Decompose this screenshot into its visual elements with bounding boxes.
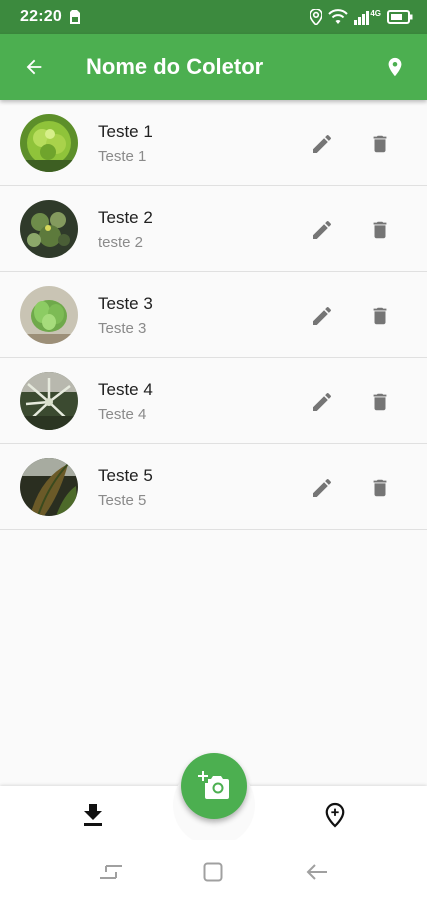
wifi-icon <box>328 9 349 25</box>
system-nav-bar <box>0 840 427 900</box>
sim-card-icon <box>69 10 80 24</box>
app-screen: 22:20 4G Nome do Coletor Teste 1 Teste 1… <box>0 0 427 900</box>
collector-list: Teste 1 Teste 1 Teste 2 teste 2 Teste 3 … <box>0 100 427 530</box>
plant-photo-avatar <box>20 200 78 258</box>
item-title: Teste 2 <box>98 208 153 227</box>
trash-icon <box>373 479 387 497</box>
system-back-button[interactable] <box>305 862 329 882</box>
item-subtitle: Teste 4 <box>98 406 147 423</box>
signal-icon: 4G <box>354 9 381 25</box>
recents-icon <box>100 865 122 879</box>
item-subtitle: Teste 5 <box>98 492 147 509</box>
status-time: 22:20 <box>20 8 62 25</box>
list-item[interactable]: Teste 5 Teste 5 <box>0 444 427 530</box>
list-item[interactable]: Teste 1 Teste 1 <box>0 100 427 186</box>
pencil-icon <box>313 134 332 153</box>
item-title: Teste 3 <box>98 294 153 313</box>
item-title: Teste 4 <box>98 380 153 399</box>
location-button[interactable] <box>375 47 415 87</box>
app-bar: Nome do Coletor <box>0 34 427 100</box>
home-square-icon <box>203 862 223 882</box>
download-icon <box>84 804 102 826</box>
edit-button[interactable] <box>306 214 338 246</box>
page-title: Nome do Coletor <box>86 54 264 79</box>
list-item[interactable]: Teste 4 Teste 4 <box>0 358 427 444</box>
edit-button[interactable] <box>306 472 338 504</box>
pencil-icon <box>313 392 332 411</box>
item-subtitle: Teste 1 <box>98 148 147 165</box>
home-button[interactable] <box>203 862 223 882</box>
location-pin-icon <box>388 57 402 77</box>
add-location-button[interactable] <box>320 800 350 830</box>
item-title: Teste 1 <box>98 122 153 141</box>
delete-button[interactable] <box>364 386 396 418</box>
pencil-icon <box>313 478 332 497</box>
plant-photo-avatar <box>20 372 78 430</box>
item-title: Teste 5 <box>98 466 153 485</box>
delete-button[interactable] <box>364 300 396 332</box>
download-button[interactable] <box>78 800 108 830</box>
item-subtitle: Teste 3 <box>98 320 147 337</box>
recents-button[interactable] <box>98 862 124 882</box>
trash-icon <box>373 307 387 325</box>
pencil-icon <box>313 220 332 239</box>
list-item[interactable]: Teste 2 teste 2 <box>0 186 427 272</box>
location-status-icon <box>310 9 323 25</box>
add-location-icon <box>325 802 345 828</box>
delete-button[interactable] <box>364 214 396 246</box>
trash-icon <box>373 135 387 153</box>
back-button[interactable] <box>14 47 54 87</box>
edit-button[interactable] <box>306 300 338 332</box>
delete-button[interactable] <box>364 128 396 160</box>
list-item[interactable]: Teste 3 Teste 3 <box>0 272 427 358</box>
pencil-icon <box>313 306 332 325</box>
add-photo-fab[interactable] <box>181 753 247 819</box>
network-type-label: 4G <box>370 9 381 18</box>
battery-icon <box>387 10 413 24</box>
arrow-back-icon <box>26 59 42 75</box>
item-subtitle: teste 2 <box>98 234 144 251</box>
plant-photo-avatar <box>20 114 78 172</box>
plant-photo-avatar <box>20 458 78 516</box>
delete-button[interactable] <box>364 472 396 504</box>
edit-button[interactable] <box>306 128 338 160</box>
add-a-photo-icon <box>198 771 229 799</box>
trash-icon <box>373 393 387 411</box>
status-bar: 22:20 4G <box>0 0 427 34</box>
back-arrow-icon <box>306 864 327 880</box>
trash-icon <box>373 221 387 239</box>
plant-photo-avatar <box>20 286 78 344</box>
edit-button[interactable] <box>306 386 338 418</box>
